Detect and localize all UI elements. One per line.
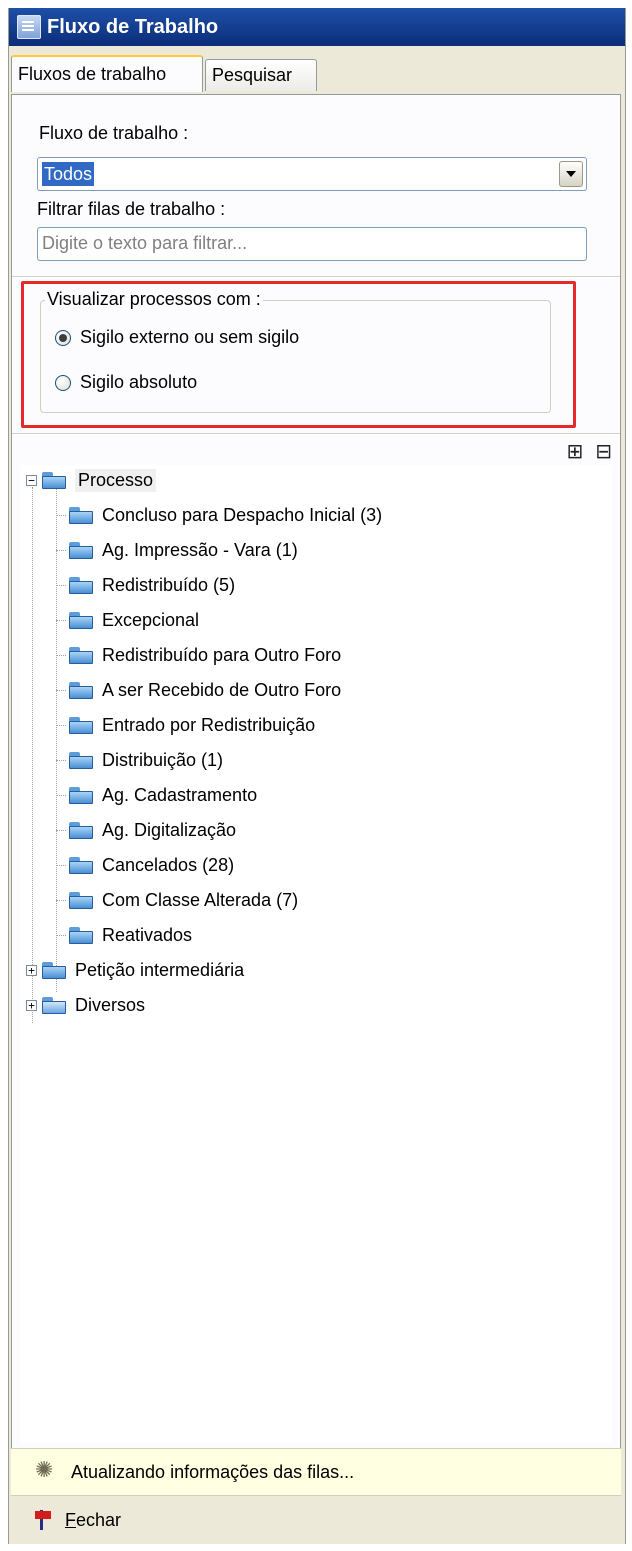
tree-node-label: Redistribuído para Outro Foro — [102, 644, 342, 665]
folder-icon — [68, 821, 94, 840]
window-title: Fluxo de Trabalho — [47, 15, 219, 38]
tree-node-label: Redistribuído (5) — [102, 574, 236, 595]
folder-icon — [68, 506, 94, 525]
tree-node-child[interactable]: Ag. Cadastramento — [56, 780, 258, 810]
tree-node-label: Distribuição (1) — [102, 749, 224, 770]
close-button[interactable]: Fechar — [65, 1510, 121, 1531]
red-highlight-box — [21, 281, 576, 428]
tree-node-diversos[interactable]: + Diversos — [26, 990, 145, 1020]
tree-node-label: Ag. Cadastramento — [102, 784, 258, 805]
window-icon — [17, 15, 41, 39]
folder-icon — [68, 856, 94, 875]
tree-node-label: Processo — [75, 468, 157, 492]
workflow-label: Fluxo de trabalho : — [39, 123, 189, 143]
expand-icon[interactable]: + — [26, 964, 37, 976]
folder-icon — [68, 611, 94, 630]
folder-icon — [68, 926, 94, 945]
tree-node-child[interactable]: Reativados — [56, 920, 193, 950]
workflow-select[interactable]: Todos — [37, 157, 587, 191]
tree-node-processo[interactable]: − Processo — [26, 465, 157, 495]
tree-node-label: Ag. Impressão - Vara (1) — [102, 539, 298, 560]
status-text: Atualizando informações das filas... — [71, 1461, 355, 1482]
tree-node-label: A ser Recebido de Outro Foro — [102, 679, 342, 700]
footer: Fechar — [11, 1500, 621, 1540]
workflow-selected-value: Todos — [42, 162, 95, 186]
folder-icon — [68, 541, 94, 560]
tree-connector — [56, 489, 57, 992]
flag-icon — [35, 1509, 51, 1531]
folder-icon — [68, 681, 94, 700]
tree-toolbar: ⊞ ⊟ — [566, 439, 612, 463]
divider — [12, 433, 620, 435]
folder-icon — [68, 576, 94, 595]
tree-node-label: Diversos — [75, 994, 146, 1015]
title-bar[interactable]: Fluxo de Trabalho — [9, 8, 625, 46]
chevron-down-icon[interactable] — [559, 161, 583, 187]
tab-pesquisar[interactable]: Pesquisar — [205, 59, 317, 91]
tree-node-child[interactable]: Distribuição (1) — [56, 745, 224, 775]
folder-icon — [68, 891, 94, 910]
loading-spinner-icon — [35, 1458, 57, 1483]
tree-node-label: Concluso para Despacho Inicial (3) — [102, 504, 383, 525]
tree-node-label: Entrado por Redistribuição — [102, 714, 316, 735]
tree-node-label: Reativados — [102, 924, 193, 945]
tree-node-label: Ag. Digitalização — [102, 819, 237, 840]
tree-node-child[interactable]: Ag. Impressão - Vara (1) — [56, 535, 298, 565]
folder-documents-icon — [41, 996, 67, 1015]
tree-node-peticao-intermediaria[interactable]: + Petição intermediária — [26, 955, 244, 985]
folder-icon — [41, 961, 67, 980]
expand-icon[interactable]: + — [26, 999, 37, 1011]
tree-view-icon[interactable]: ⊞ — [566, 439, 583, 463]
queue-filter-input[interactable]: Digite o texto para filtrar... — [37, 227, 587, 261]
tree-node-child[interactable]: A ser Recebido de Outro Foro — [56, 675, 342, 705]
tree-node-child[interactable]: Concluso para Despacho Inicial (3) — [56, 500, 383, 530]
tree-node-child[interactable]: Redistribuído (5) — [56, 570, 236, 600]
status-bar: Atualizando informações das filas... — [11, 1448, 621, 1496]
tab-panel: Fluxo de trabalho : Todos Filtrar filas … — [11, 94, 621, 1449]
tab-fluxos-de-trabalho[interactable]: Fluxos de trabalho — [11, 55, 203, 92]
tab-label: Pesquisar — [212, 65, 293, 85]
queue-filter-label: Filtrar filas de trabalho : — [37, 199, 226, 219]
folder-open-icon — [41, 471, 67, 490]
folder-icon — [68, 716, 94, 735]
tree-connector — [32, 487, 33, 1023]
tree-node-label: Cancelados (28) — [102, 854, 235, 875]
collapse-all-icon[interactable]: ⊟ — [595, 439, 612, 463]
tree-node-child[interactable]: Cancelados (28) — [56, 850, 235, 880]
tree-node-label: Com Classe Alterada (7) — [102, 889, 299, 910]
workflow-window: Fluxo de Trabalho Fluxos de trabalho Pes… — [8, 8, 626, 1544]
tree-node-label: Petição intermediária — [75, 959, 245, 980]
tree-node-child[interactable]: Com Classe Alterada (7) — [56, 885, 299, 915]
collapse-icon[interactable]: − — [26, 474, 37, 486]
tree-node-child[interactable]: Excepcional — [56, 605, 200, 635]
divider — [12, 276, 620, 278]
tab-label: Fluxos de trabalho — [18, 64, 167, 84]
tree-node-child[interactable]: Ag. Digitalização — [56, 815, 237, 845]
queue-tree: − Processo Concluso para Despacho Inicia… — [20, 465, 612, 1443]
tree-node-label: Excepcional — [102, 609, 200, 630]
folder-icon — [68, 646, 94, 665]
tree-node-child[interactable]: Redistribuído para Outro Foro — [56, 640, 342, 670]
tree-node-child[interactable]: Entrado por Redistribuição — [56, 710, 316, 740]
folder-icon — [68, 751, 94, 770]
folder-icon — [68, 786, 94, 805]
